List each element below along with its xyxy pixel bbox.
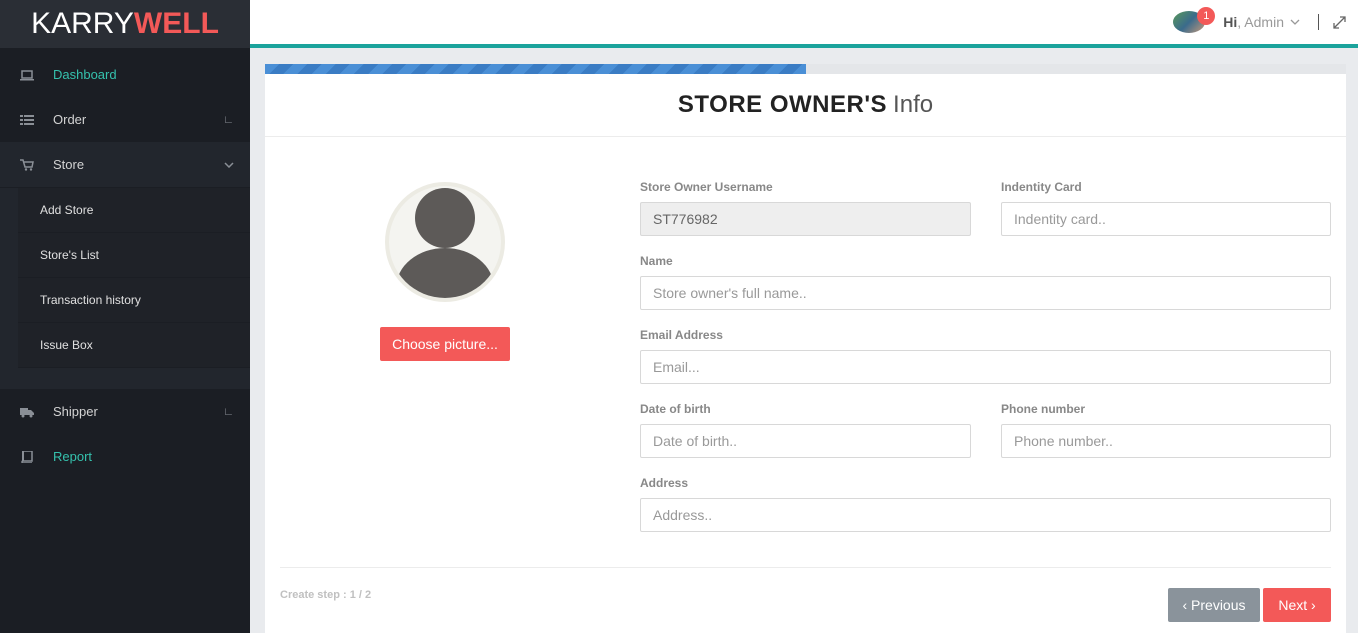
sidebar-item-label: Shipper xyxy=(53,404,98,419)
form-panel: STORE OWNER'S Info Choose picture... Sto… xyxy=(265,64,1346,633)
sidebar-item-shipper[interactable]: Shipper ∟ xyxy=(0,389,250,434)
notification-badge[interactable]: 1 xyxy=(1197,7,1216,25)
name-label: Name xyxy=(640,254,673,268)
chevron-down-icon[interactable] xyxy=(1290,19,1300,25)
avatar[interactable]: 1 xyxy=(1173,7,1216,33)
username-label: Store Owner Username xyxy=(640,180,773,194)
brand-logo[interactable]: KARRY WELL xyxy=(0,0,250,48)
cart-icon xyxy=(20,158,34,171)
sidebar-item-store[interactable]: Store xyxy=(0,142,250,187)
email-field[interactable] xyxy=(640,350,1331,384)
sidebar-item-order[interactable]: Order ∟ xyxy=(0,97,250,142)
choose-picture-button[interactable]: Choose picture... xyxy=(380,327,510,361)
brand-part2: WELL xyxy=(133,7,219,40)
address-field[interactable] xyxy=(640,498,1331,532)
page-title: STORE OWNER'S Info xyxy=(265,74,1346,137)
title-strong: STORE OWNER'S xyxy=(677,91,888,118)
top-header: 1 Hi, Admin xyxy=(250,0,1358,48)
submenu-item-transaction-history[interactable]: Transaction history xyxy=(18,278,250,323)
laptop-icon xyxy=(20,69,34,80)
chevron-down-icon xyxy=(224,161,234,168)
chevron-left-icon: ∟ xyxy=(223,113,234,126)
sidebar-item-label: Report xyxy=(53,449,93,464)
avatar-head-shape xyxy=(415,188,475,248)
user-greeting[interactable]: Hi, Admin xyxy=(1223,14,1284,30)
name-field[interactable] xyxy=(640,276,1331,310)
sidebar-item-report[interactable]: Report xyxy=(0,434,250,479)
address-label: Address xyxy=(640,476,689,490)
avatar-body-shape xyxy=(396,248,494,298)
progress-track xyxy=(265,64,1346,74)
sidebar-item-label: Order xyxy=(53,112,87,127)
list-icon xyxy=(20,114,34,125)
dob-field[interactable] xyxy=(640,424,971,458)
profile-picture xyxy=(385,182,505,302)
next-button[interactable]: Next › xyxy=(1263,588,1331,622)
username-field[interactable] xyxy=(640,202,971,236)
fullscreen-icon[interactable] xyxy=(1333,15,1346,29)
submenu-item-issue-box[interactable]: Issue Box xyxy=(18,323,250,368)
dob-label: Date of birth xyxy=(640,402,711,416)
sidebar-item-dashboard[interactable]: Dashboard xyxy=(0,52,250,97)
form-divider xyxy=(280,567,1331,568)
sidebar-item-label: Store xyxy=(53,157,85,172)
store-submenu: Add Store Store's List Transaction histo… xyxy=(0,187,250,389)
submenu-item-stores-list[interactable]: Store's List xyxy=(18,233,250,278)
submenu-item-add-store[interactable]: Add Store xyxy=(18,188,250,233)
identity-card-label: Indentity Card xyxy=(1001,180,1082,194)
sidebar-item-label: Dashboard xyxy=(53,67,117,82)
header-user-area: 1 Hi, Admin xyxy=(1173,6,1346,38)
greeting-hi: Hi xyxy=(1223,14,1238,30)
previous-button[interactable]: ‹ Previous xyxy=(1168,588,1260,622)
phone-label: Phone number xyxy=(1001,402,1086,416)
identity-card-field[interactable] xyxy=(1001,202,1331,236)
truck-icon xyxy=(20,407,34,417)
chevron-left-icon: ∟ xyxy=(223,405,234,418)
title-light: Info xyxy=(893,91,934,118)
email-label: Email Address xyxy=(640,328,723,342)
greeting-name: , Admin xyxy=(1237,14,1284,30)
step-indicator: Create step : 1 / 2 xyxy=(280,589,372,601)
book-icon xyxy=(21,450,33,463)
progress-bar xyxy=(265,64,806,74)
sidebar: KARRY WELL Dashboard Order ∟ Store Add St… xyxy=(0,0,250,633)
brand-part1: KARRY xyxy=(31,7,134,40)
phone-field[interactable] xyxy=(1001,424,1331,458)
header-separator xyxy=(1318,14,1319,30)
